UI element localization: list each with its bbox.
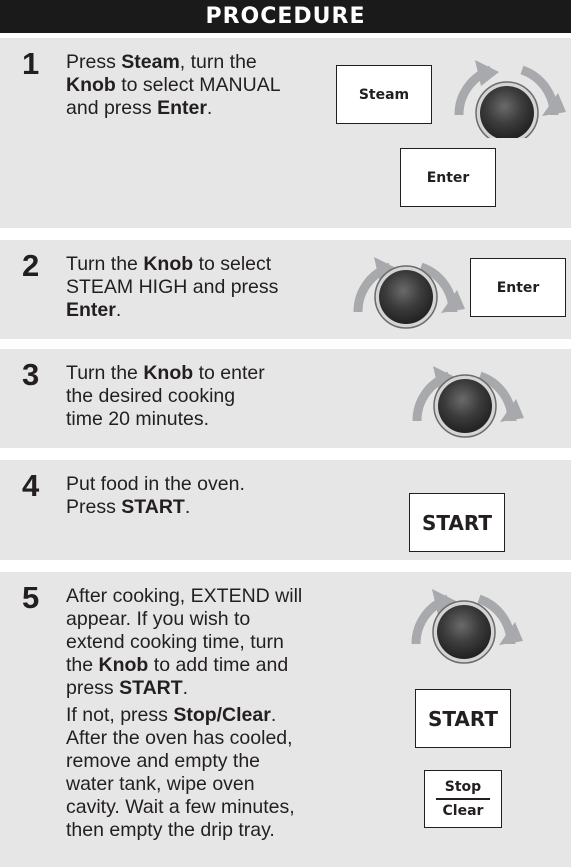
step-number: 4 [22,468,40,503]
step-4-text: Put food in the oven. Press START. [66,473,245,519]
text: time 20 minutes. [66,408,210,430]
rotary-knob-icon[interactable] [340,245,470,335]
stop-clear-button[interactable]: Stop Clear [424,770,502,828]
text: the [66,654,99,676]
bold-term: Knob [143,253,194,275]
text: , turn the [179,51,257,73]
start-button[interactable]: START [415,689,511,748]
text: appear. If you wish to [66,608,251,630]
step-number: 5 [22,580,40,615]
text: . [184,496,191,518]
step-1-text: Press Steam, turn the Knob to select MAN… [66,51,281,120]
bold-term: Steam [121,51,180,73]
step-5-text: After cooking, EXTEND will appear. If yo… [66,585,302,842]
rotary-knob-icon[interactable] [399,354,529,444]
text: . [115,299,122,321]
button-divider [436,798,490,800]
procedure-title: PROCEDURE [205,4,366,29]
text: then empty the drip tray. [66,819,275,841]
rotary-knob-icon[interactable] [398,577,528,667]
text: to add time and [148,654,289,676]
step-number: 3 [22,357,40,392]
text: Press [66,496,122,518]
step-4-panel: 4 Put food in the oven. Press START. STA… [0,460,571,560]
text: . [270,704,277,726]
text: the desired cooking [66,385,236,407]
text: Press [66,51,122,73]
text: and press [66,97,158,119]
text: remove and empty the [66,750,261,772]
step-3-panel: 3 Turn the Knob to enter the desired coo… [0,349,571,448]
text: If not, press [66,704,174,726]
text: to select MANUAL [115,74,281,96]
text: Turn the [66,253,144,275]
text: to select [193,253,272,275]
clear-label: Clear [442,802,484,819]
text: press [66,677,120,699]
step-5-panel: 5 After cooking, EXTEND will appear. If … [0,572,571,867]
bold-term: START [121,496,185,518]
bold-term: Stop/Clear [173,704,271,726]
bold-term: Knob [66,74,116,96]
text: cavity. Wait a few minutes, [66,796,295,818]
text: Put food in the oven. [66,473,245,495]
text: After cooking, EXTEND will [66,585,303,607]
text: . [206,97,213,119]
step-3-text: Turn the Knob to enter the desired cooki… [66,362,265,431]
bold-term: Enter [66,299,116,321]
text: STEAM HIGH and press [66,276,279,298]
step-number: 2 [22,248,40,283]
enter-button[interactable]: Enter [470,258,566,317]
bold-term: Knob [143,362,194,384]
rotary-knob-icon[interactable] [441,48,571,138]
start-button[interactable]: START [409,493,505,552]
stop-label: Stop [444,779,482,796]
procedure-header: PROCEDURE [0,0,571,33]
step-2-panel: 2 Turn the Knob to select STEAM HIGH and… [0,240,571,339]
step-2-text: Turn the Knob to select STEAM HIGH and p… [66,253,278,322]
bold-term: Knob [98,654,149,676]
text: to enter [193,362,265,384]
text: . [182,677,189,699]
enter-button[interactable]: Enter [400,148,496,207]
text: extend cooking time, turn [66,631,284,653]
bold-term: START [119,677,183,699]
step-number: 1 [22,46,40,81]
text: Turn the [66,362,144,384]
step-1-panel: 1 Press Steam, turn the Knob to select M… [0,38,571,228]
text: After the oven has cooled, [66,727,293,749]
steam-button[interactable]: Steam [336,65,432,124]
text: water tank, wipe oven [66,773,255,795]
bold-term: Enter [157,97,207,119]
